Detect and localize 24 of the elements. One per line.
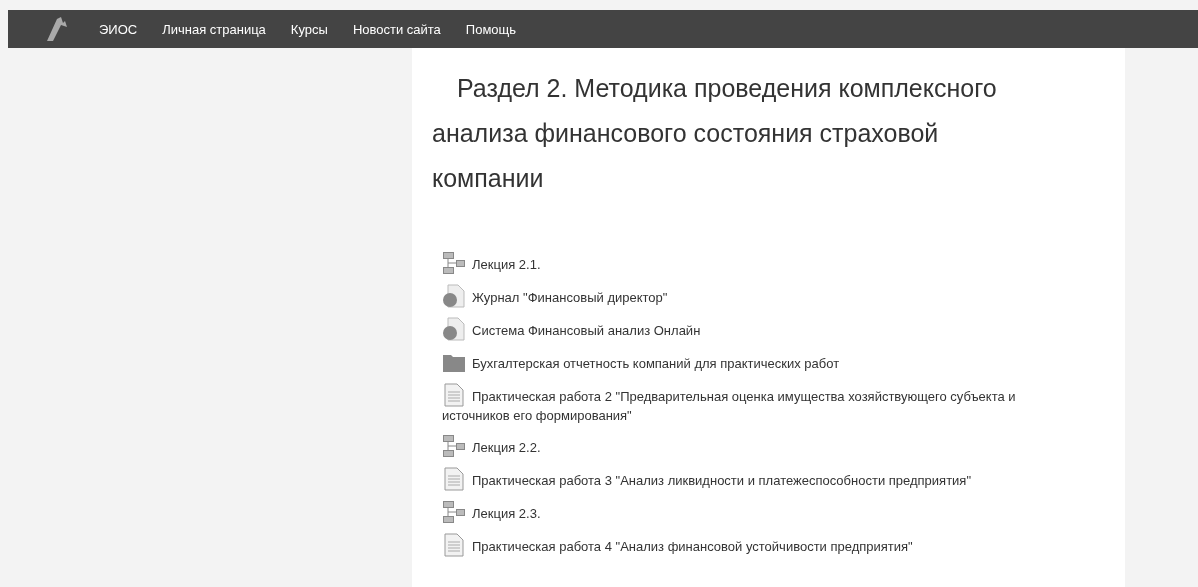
nav-link[interactable]: Помощь <box>465 21 517 37</box>
activity-link[interactable]: Лекция 2.2. <box>442 434 1082 458</box>
activity-link[interactable]: Лекция 2.1. <box>442 251 1082 275</box>
nav-link[interactable]: ЭИОС <box>99 21 138 37</box>
activity-link[interactable]: Лекция 2.3. <box>442 500 1082 524</box>
activity-link[interactable]: Бухгалтерская отчетность компаний для практических работ <box>442 350 1082 374</box>
nav-link[interactable]: Личная страница <box>162 21 266 37</box>
nav-link[interactable]: Курсы <box>290 21 328 37</box>
tree-icon <box>442 434 466 458</box>
globe-document-icon <box>442 284 466 308</box>
document-icon <box>442 467 466 491</box>
activity-link[interactable]: Журнал "Финансовый директор" <box>442 284 1082 308</box>
globe-document-icon <box>442 317 466 341</box>
activity-link[interactable]: Практическая работа 3 "Анализ ликвидности и платежеспособности предприятия" <box>442 467 1082 491</box>
activity-link[interactable]: Практическая работа 2 "Предварительная оценка имущества хозяйствующего субъекта и источников его формирования" <box>442 383 1082 425</box>
nav-link[interactable]: Новости сайта <box>352 21 441 37</box>
tree-icon <box>442 251 466 275</box>
activity-link[interactable]: Система Финансовый анализ Онлайн <box>442 317 1082 341</box>
tree-icon <box>442 500 466 524</box>
document-icon <box>442 383 466 407</box>
logo-icon[interactable] <box>45 15 69 43</box>
section-title: Раздел 2. Методика проведения комплексного анализа финансового состояния страховой компании <box>432 73 998 194</box>
document-icon <box>442 533 466 557</box>
activity-link[interactable]: Практическая работа 4 "Анализ финансовой устойчивости предприятия" <box>442 533 1082 557</box>
